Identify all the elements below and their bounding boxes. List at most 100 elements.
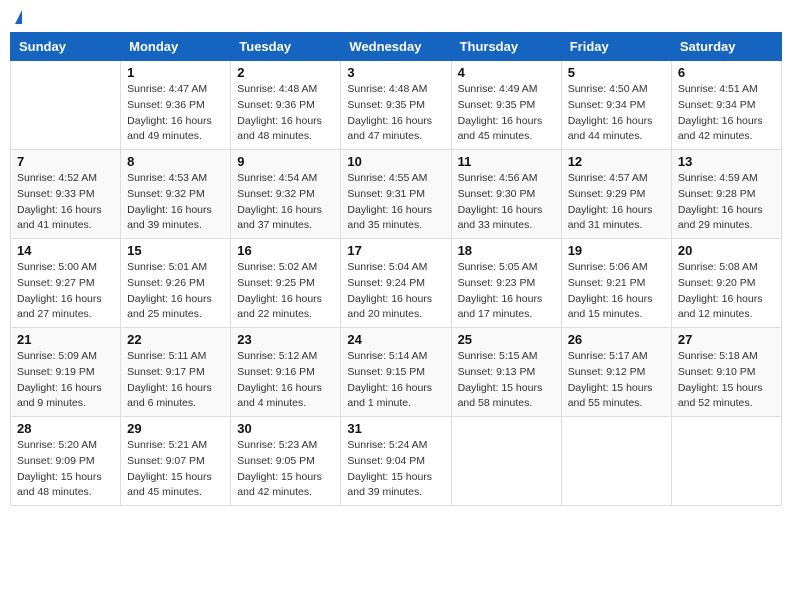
day-number: 27 <box>678 332 775 347</box>
day-info: Sunrise: 5:05 AMSunset: 9:23 PMDaylight:… <box>458 260 555 323</box>
header-friday: Friday <box>561 33 671 61</box>
day-info: Sunrise: 4:50 AMSunset: 9:34 PMDaylight:… <box>568 82 665 145</box>
calendar-week-row: 21 Sunrise: 5:09 AMSunset: 9:19 PMDayligh… <box>11 328 782 417</box>
day-info: Sunrise: 5:17 AMSunset: 9:12 PMDaylight:… <box>568 349 665 412</box>
day-info: Sunrise: 4:55 AMSunset: 9:31 PMDaylight:… <box>347 171 444 234</box>
day-number: 21 <box>17 332 114 347</box>
day-number: 6 <box>678 65 775 80</box>
day-info: Sunrise: 5:23 AMSunset: 9:05 PMDaylight:… <box>237 438 334 501</box>
calendar-week-row: 28Sunrise: 5:20 AMSunset: 9:09 PMDayligh… <box>11 417 782 506</box>
header-saturday: Saturday <box>671 33 781 61</box>
calendar-week-row: 7Sunrise: 4:52 AMSunset: 9:33 PMDaylight… <box>11 150 782 239</box>
day-info: Sunrise: 5:24 AMSunset: 9:04 PMDaylight:… <box>347 438 444 501</box>
calendar-cell: 4 Sunrise: 4:49 AMSunset: 9:35 PMDaylight… <box>451 61 561 150</box>
day-info: Sunrise: 5:09 AMSunset: 9:19 PMDaylight:… <box>17 349 114 412</box>
calendar-cell: 18Sunrise: 5:05 AMSunset: 9:23 PMDayligh… <box>451 239 561 328</box>
day-info: Sunrise: 4:53 AMSunset: 9:32 PMDaylight:… <box>127 171 224 234</box>
calendar-cell: 17 Sunrise: 5:04 AMSunset: 9:24 PMDayligh… <box>341 239 451 328</box>
day-number: 28 <box>17 421 114 436</box>
calendar-cell: 20Sunrise: 5:08 AMSunset: 9:20 PMDayligh… <box>671 239 781 328</box>
calendar-week-row: 1 Sunrise: 4:47 AMSunset: 9:36 PMDaylight… <box>11 61 782 150</box>
day-number: 9 <box>237 154 334 169</box>
calendar-header-row: SundayMondayTuesdayWednesdayThursdayFrid… <box>11 33 782 61</box>
day-number: 20 <box>678 243 775 258</box>
calendar-cell: 31 Sunrise: 5:24 AMSunset: 9:04 PMDayligh… <box>341 417 451 506</box>
calendar-cell: 1 Sunrise: 4:47 AMSunset: 9:36 PMDaylight… <box>121 61 231 150</box>
day-info: Sunrise: 5:01 AMSunset: 9:26 PMDaylight:… <box>127 260 224 323</box>
calendar-cell: 29Sunrise: 5:21 AMSunset: 9:07 PMDayligh… <box>121 417 231 506</box>
day-info: Sunrise: 5:00 AMSunset: 9:27 PMDaylight:… <box>17 260 114 323</box>
day-number: 8 <box>127 154 224 169</box>
day-info: Sunrise: 4:51 AMSunset: 9:34 PMDaylight:… <box>678 82 775 145</box>
calendar-cell: 8 Sunrise: 4:53 AMSunset: 9:32 PMDaylight… <box>121 150 231 239</box>
day-info: Sunrise: 4:47 AMSunset: 9:36 PMDaylight:… <box>127 82 224 145</box>
day-number: 26 <box>568 332 665 347</box>
header-sunday: Sunday <box>11 33 121 61</box>
day-number: 29 <box>127 421 224 436</box>
calendar-cell: 21 Sunrise: 5:09 AMSunset: 9:19 PMDayligh… <box>11 328 121 417</box>
calendar-cell: 2 Sunrise: 4:48 AMSunset: 9:36 PMDaylight… <box>231 61 341 150</box>
day-number: 25 <box>458 332 555 347</box>
calendar-cell: 22 Sunrise: 5:11 AMSunset: 9:17 PMDayligh… <box>121 328 231 417</box>
calendar-cell: 16 Sunrise: 5:02 AMSunset: 9:25 PMDayligh… <box>231 239 341 328</box>
day-info: Sunrise: 4:56 AMSunset: 9:30 PMDaylight:… <box>458 171 555 234</box>
calendar-cell: 7Sunrise: 4:52 AMSunset: 9:33 PMDaylight… <box>11 150 121 239</box>
day-number: 30 <box>237 421 334 436</box>
calendar-cell: 28Sunrise: 5:20 AMSunset: 9:09 PMDayligh… <box>11 417 121 506</box>
day-info: Sunrise: 4:49 AMSunset: 9:35 PMDaylight:… <box>458 82 555 145</box>
day-number: 4 <box>458 65 555 80</box>
calendar-cell: 23 Sunrise: 5:12 AMSunset: 9:16 PMDayligh… <box>231 328 341 417</box>
day-number: 15 <box>127 243 224 258</box>
calendar-cell: 11 Sunrise: 4:56 AMSunset: 9:30 PMDayligh… <box>451 150 561 239</box>
day-number: 24 <box>347 332 444 347</box>
day-info: Sunrise: 4:59 AMSunset: 9:28 PMDaylight:… <box>678 171 775 234</box>
day-info: Sunrise: 4:57 AMSunset: 9:29 PMDaylight:… <box>568 171 665 234</box>
day-number: 5 <box>568 65 665 80</box>
day-info: Sunrise: 5:11 AMSunset: 9:17 PMDaylight:… <box>127 349 224 412</box>
day-number: 17 <box>347 243 444 258</box>
day-number: 19 <box>568 243 665 258</box>
day-number: 3 <box>347 65 444 80</box>
calendar-week-row: 14 Sunrise: 5:00 AMSunset: 9:27 PMDayligh… <box>11 239 782 328</box>
calendar-cell: 19 Sunrise: 5:06 AMSunset: 9:21 PMDayligh… <box>561 239 671 328</box>
day-info: Sunrise: 4:48 AMSunset: 9:36 PMDaylight:… <box>237 82 334 145</box>
calendar-cell: 9 Sunrise: 4:54 AMSunset: 9:32 PMDaylight… <box>231 150 341 239</box>
day-number: 14 <box>17 243 114 258</box>
calendar-cell: 26 Sunrise: 5:17 AMSunset: 9:12 PMDayligh… <box>561 328 671 417</box>
day-number: 2 <box>237 65 334 80</box>
calendar-cell: 10Sunrise: 4:55 AMSunset: 9:31 PMDayligh… <box>341 150 451 239</box>
calendar-cell: 30 Sunrise: 5:23 AMSunset: 9:05 PMDayligh… <box>231 417 341 506</box>
calendar-cell <box>671 417 781 506</box>
day-info: Sunrise: 5:02 AMSunset: 9:25 PMDaylight:… <box>237 260 334 323</box>
logo <box>14 10 23 24</box>
calendar-cell <box>11 61 121 150</box>
calendar-cell: 13Sunrise: 4:59 AMSunset: 9:28 PMDayligh… <box>671 150 781 239</box>
day-info: Sunrise: 5:18 AMSunset: 9:10 PMDaylight:… <box>678 349 775 412</box>
calendar-cell: 5 Sunrise: 4:50 AMSunset: 9:34 PMDaylight… <box>561 61 671 150</box>
day-info: Sunrise: 4:54 AMSunset: 9:32 PMDaylight:… <box>237 171 334 234</box>
day-number: 1 <box>127 65 224 80</box>
calendar-cell: 12Sunrise: 4:57 AMSunset: 9:29 PMDayligh… <box>561 150 671 239</box>
day-number: 16 <box>237 243 334 258</box>
header-wednesday: Wednesday <box>341 33 451 61</box>
header-tuesday: Tuesday <box>231 33 341 61</box>
day-info: Sunrise: 5:12 AMSunset: 9:16 PMDaylight:… <box>237 349 334 412</box>
page-header <box>10 10 782 24</box>
calendar-table: SundayMondayTuesdayWednesdayThursdayFrid… <box>10 32 782 506</box>
calendar-cell: 24Sunrise: 5:14 AMSunset: 9:15 PMDayligh… <box>341 328 451 417</box>
day-number: 31 <box>347 421 444 436</box>
day-info: Sunrise: 4:52 AMSunset: 9:33 PMDaylight:… <box>17 171 114 234</box>
header-thursday: Thursday <box>451 33 561 61</box>
calendar-cell: 27 Sunrise: 5:18 AMSunset: 9:10 PMDayligh… <box>671 328 781 417</box>
day-info: Sunrise: 5:04 AMSunset: 9:24 PMDaylight:… <box>347 260 444 323</box>
calendar-cell: 3 Sunrise: 4:48 AMSunset: 9:35 PMDaylight… <box>341 61 451 150</box>
calendar-cell: 6 Sunrise: 4:51 AMSunset: 9:34 PMDaylight… <box>671 61 781 150</box>
day-info: Sunrise: 5:06 AMSunset: 9:21 PMDaylight:… <box>568 260 665 323</box>
day-number: 23 <box>237 332 334 347</box>
header-monday: Monday <box>121 33 231 61</box>
day-number: 11 <box>458 154 555 169</box>
day-number: 22 <box>127 332 224 347</box>
calendar-cell <box>451 417 561 506</box>
logo-triangle-icon <box>15 10 22 24</box>
day-info: Sunrise: 4:48 AMSunset: 9:35 PMDaylight:… <box>347 82 444 145</box>
